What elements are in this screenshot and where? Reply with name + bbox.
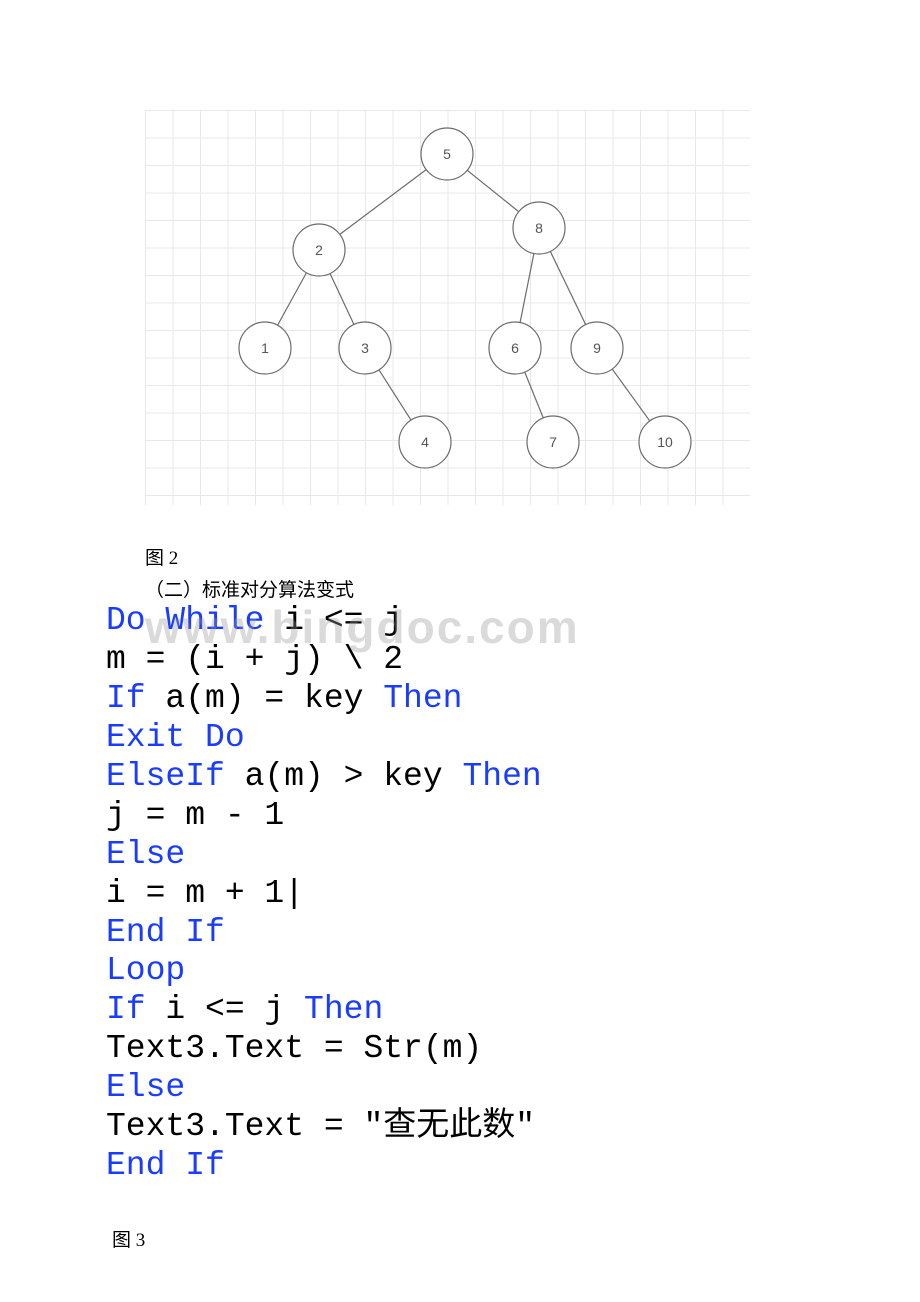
code-token: If	[106, 680, 146, 717]
code-token: Text3.Text = Str(m)	[106, 1030, 482, 1067]
tree-edge	[467, 170, 518, 211]
tree-edge	[525, 372, 544, 418]
figure-2-caption: 图 2	[145, 543, 178, 570]
tree-edge	[520, 253, 534, 322]
code-token: i <= j	[146, 991, 304, 1028]
tree-edge	[379, 370, 411, 420]
tree-edge	[278, 273, 307, 325]
tree-node-label: 10	[657, 434, 673, 450]
code-token: End If	[106, 1147, 225, 1184]
tree-node-label: 1	[261, 340, 269, 356]
tree-edge	[550, 251, 585, 324]
tree-svg: 5 2 8 1 3 6 9 4 7 10	[145, 110, 750, 505]
tree-edge	[330, 274, 354, 325]
section-heading: （二）标准对分算法变式	[145, 575, 354, 602]
code-token: Exit Do	[106, 719, 245, 756]
code-token: Text3.Text = "查无此数"	[106, 1108, 535, 1145]
tree-node-label: 5	[443, 146, 451, 162]
code-token: i = m + 1|	[106, 875, 304, 912]
code-token: Loop	[106, 952, 185, 989]
tree-node-label: 4	[421, 434, 429, 450]
code-token: m = (i + j) \ 2	[106, 641, 403, 678]
tree-edge	[612, 369, 650, 421]
tree-node-label: 7	[549, 434, 557, 450]
figure-3-caption: 图 3	[112, 1225, 145, 1252]
tree-diagram: 5 2 8 1 3 6 9 4 7 10	[145, 110, 750, 505]
tree-node-label: 2	[315, 242, 323, 258]
code-token: Do While	[106, 602, 264, 639]
code-token: Then	[304, 991, 383, 1028]
code-token: ElseIf	[106, 758, 225, 795]
tree-edge	[340, 170, 426, 235]
tree-node-label: 6	[511, 340, 519, 356]
tree-node-label: 9	[593, 340, 601, 356]
tree-node-label: 8	[535, 220, 543, 236]
code-token: Else	[106, 836, 185, 873]
code-token: j = m - 1	[106, 797, 284, 834]
code-token: a(m) = key	[146, 680, 384, 717]
tree-node-label: 3	[361, 340, 369, 356]
code-token: Else	[106, 1069, 185, 1106]
code-token: If	[106, 991, 146, 1028]
code-token: End If	[106, 914, 225, 951]
code-block: Do While i <= j m = (i + j) \ 2 If a(m) …	[106, 602, 542, 1186]
code-token: Then	[462, 758, 541, 795]
code-token: a(m) > key	[225, 758, 463, 795]
code-token: i <= j	[264, 602, 403, 639]
code-token: Then	[383, 680, 462, 717]
